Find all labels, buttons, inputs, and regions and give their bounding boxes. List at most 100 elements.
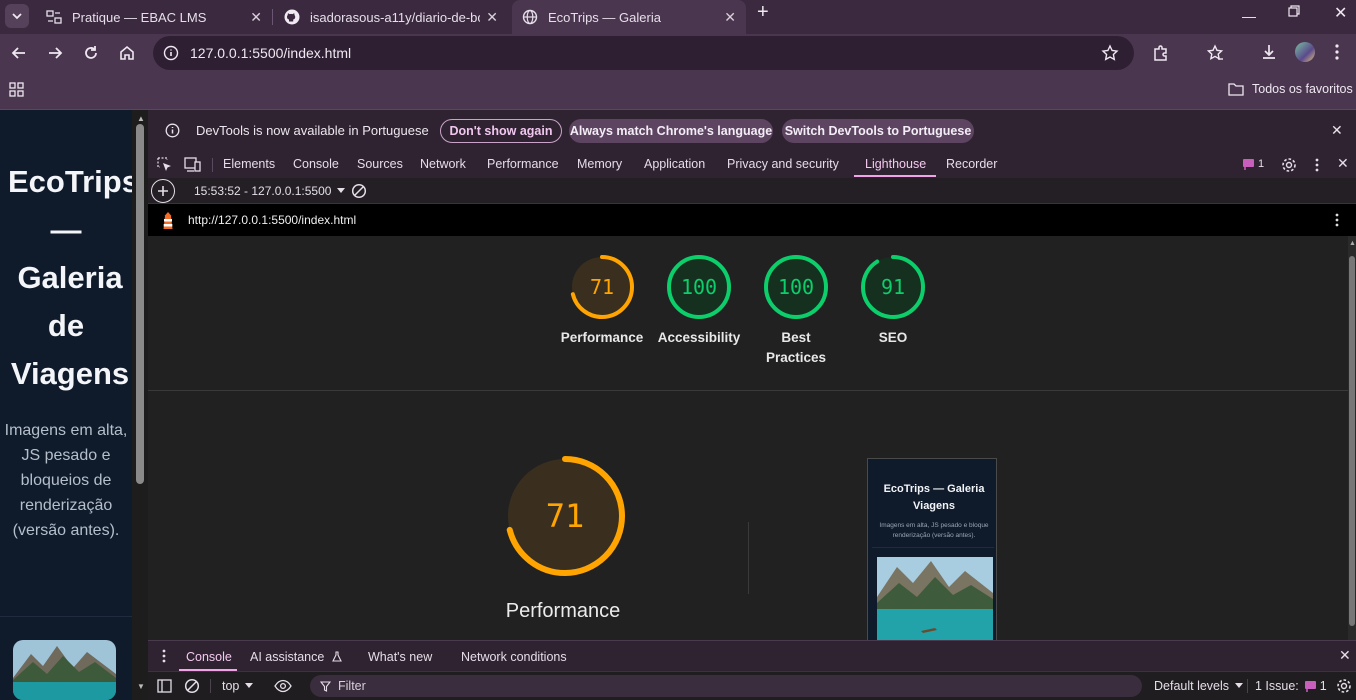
always-match-language-button[interactable]: Always match Chrome's language <box>569 119 773 143</box>
report-scrollbar[interactable]: ▲ <box>1348 236 1356 640</box>
score-gauge-best-practices[interactable]: 100 Best Practices <box>751 254 841 368</box>
tab-recorder[interactable]: Recorder <box>946 157 997 171</box>
lighthouse-toolbar: 15:53:52 - 127.0.0.1:5500 <box>148 178 1356 204</box>
devtools-tabbar: Elements Console Sources Network Perform… <box>148 152 1356 178</box>
page-title: EcoTrips — Galeria de Viagens <box>8 164 132 391</box>
tab-divider <box>272 9 273 25</box>
scrollbar-thumb[interactable] <box>136 124 144 484</box>
clear-all-icon[interactable] <box>351 183 367 199</box>
score-gauge-accessibility[interactable]: 100 Accessibility <box>654 254 744 348</box>
browser-menu-button[interactable] <box>1334 43 1340 61</box>
report-url: http://127.0.0.1:5500/index.html <box>188 213 357 227</box>
drawer-tab-ai-assistance[interactable]: AI assistance <box>250 650 342 664</box>
close-window-button[interactable]: ✕ <box>1334 3 1347 23</box>
new-tab-button[interactable]: + <box>757 1 769 24</box>
infobar-close-button[interactable]: ✕ <box>1331 122 1343 139</box>
tab-lighthouse[interactable]: Lighthouse <box>865 157 926 171</box>
console-settings-gear-icon[interactable] <box>1336 678 1352 694</box>
drawer-tab-console[interactable]: Console <box>186 650 232 664</box>
tab-search-button[interactable] <box>5 4 29 28</box>
tab-network[interactable]: Network <box>420 157 466 171</box>
devtools-panel: DevTools is now available in Portuguese … <box>148 110 1356 700</box>
performance-detail-gauge: 71 <box>503 454 627 578</box>
report-menu-icon[interactable] <box>1334 213 1340 227</box>
minimize-button[interactable]: — <box>1242 8 1256 24</box>
tab-console[interactable]: Console <box>293 157 339 171</box>
close-devtools-button[interactable]: ✕ <box>1337 155 1349 172</box>
performance-detail-label: Performance <box>505 600 621 622</box>
switch-to-portuguese-button[interactable]: Switch DevTools to Portuguese <box>782 119 974 143</box>
home-button[interactable] <box>118 44 136 62</box>
browser-tab-ecotrips[interactable]: EcoTrips — Galeria ✕ <box>512 0 746 34</box>
issue-flag-icon <box>1243 159 1254 170</box>
restore-button[interactable] <box>1288 5 1300 17</box>
report-selector[interactable]: 15:53:52 - 127.0.0.1:5500 <box>194 184 346 198</box>
reload-button[interactable] <box>82 44 100 62</box>
close-icon[interactable]: ✕ <box>486 9 498 26</box>
browser-tab-github[interactable]: isadorasous-a11y/diario-de-bor ✕ <box>274 0 508 34</box>
clear-console-icon[interactable] <box>184 678 200 694</box>
chevron-down-icon <box>12 13 22 20</box>
log-levels-dropdown[interactable]: Default levels <box>1154 679 1244 693</box>
reading-list-button[interactable] <box>1206 44 1224 62</box>
inspect-element-icon[interactable] <box>157 157 173 173</box>
sidebar-toggle-icon[interactable] <box>157 679 172 693</box>
language-infobar: DevTools is now available in Portuguese … <box>148 110 1356 152</box>
tab-performance[interactable]: Performance <box>487 157 559 171</box>
ebac-favicon-icon <box>46 9 62 25</box>
drawer-tab-network-conditions[interactable]: Network conditions <box>461 650 567 664</box>
downloads-button[interactable] <box>1260 43 1278 61</box>
drawer-tab-whats-new[interactable]: What's new <box>368 650 432 664</box>
globe-icon <box>522 9 538 25</box>
tab-elements[interactable]: Elements <box>223 157 275 171</box>
console-issues-button[interactable]: 1 Issue: 1 <box>1255 679 1327 693</box>
close-drawer-button[interactable]: ✕ <box>1339 647 1351 664</box>
console-filter-input[interactable]: Filter <box>310 675 1142 697</box>
more-vert-icon <box>1335 44 1339 60</box>
filter-placeholder: Filter <box>338 679 366 693</box>
arrow-left-icon <box>11 47 25 59</box>
drawer-menu-icon[interactable] <box>161 649 167 663</box>
all-bookmarks-folder[interactable]: Todos os favoritos <box>1228 82 1353 96</box>
score-gauge-seo[interactable]: 91 SEO <box>848 254 938 348</box>
score-gauge-performance[interactable]: 71 Performance <box>557 254 647 348</box>
summary-divider <box>148 390 1348 391</box>
bookmark-star-icon[interactable] <box>1101 44 1119 62</box>
close-icon[interactable]: ✕ <box>724 9 736 26</box>
bookmarks-bar: Todos os favoritos <box>0 74 1356 110</box>
browser-tab-ebac[interactable]: Pratique — EBAC LMS ✕ <box>36 0 272 34</box>
device-toolbar-icon[interactable] <box>184 157 202 173</box>
tab-privacy-security[interactable]: Privacy and security <box>727 157 839 171</box>
forward-button[interactable] <box>46 44 64 62</box>
extensions-button[interactable] <box>1152 44 1170 62</box>
tab-title: EcoTrips — Galeria <box>548 9 661 25</box>
preview-title: EcoTrips — Galeria Viagens <box>883 483 985 512</box>
score-value: 100 <box>681 275 717 299</box>
settings-gear-icon[interactable] <box>1281 157 1297 173</box>
profile-avatar[interactable] <box>1295 42 1315 62</box>
site-info-icon[interactable] <box>163 45 179 61</box>
tab-sources[interactable]: Sources <box>357 157 403 171</box>
tab-memory[interactable]: Memory <box>577 157 622 171</box>
preview-rule <box>872 547 994 548</box>
reload-icon <box>85 46 97 59</box>
back-button[interactable] <box>10 44 28 62</box>
lighthouse-report: 71 Performance 100 Accessibility 100 Bes… <box>148 236 1348 640</box>
close-icon[interactable]: ✕ <box>250 9 262 26</box>
lighthouse-icon <box>163 212 173 229</box>
apps-button[interactable] <box>9 82 24 97</box>
scrollbar-thumb[interactable] <box>1349 256 1355 626</box>
page-screenshot-preview[interactable]: EcoTrips — Galeria Viagens Imagens em al… <box>867 458 997 640</box>
score-value: 91 <box>881 275 905 299</box>
page-scrollbar[interactable]: ▲ ▼ <box>132 110 148 700</box>
eye-icon[interactable] <box>274 679 292 693</box>
dont-show-again-button[interactable]: Don't show again <box>440 119 562 143</box>
context-selector[interactable]: top <box>222 679 254 693</box>
score-label: SEO <box>878 330 908 345</box>
address-bar[interactable]: 127.0.0.1:5500/index.html <box>153 36 1134 70</box>
more-vert-icon[interactable] <box>1314 158 1320 172</box>
new-report-button[interactable] <box>151 179 175 203</box>
tab-title: isadorasous-a11y/diario-de-bor <box>310 9 480 25</box>
issues-counter[interactable]: 1 <box>1242 158 1264 170</box>
tab-application[interactable]: Application <box>644 157 705 171</box>
